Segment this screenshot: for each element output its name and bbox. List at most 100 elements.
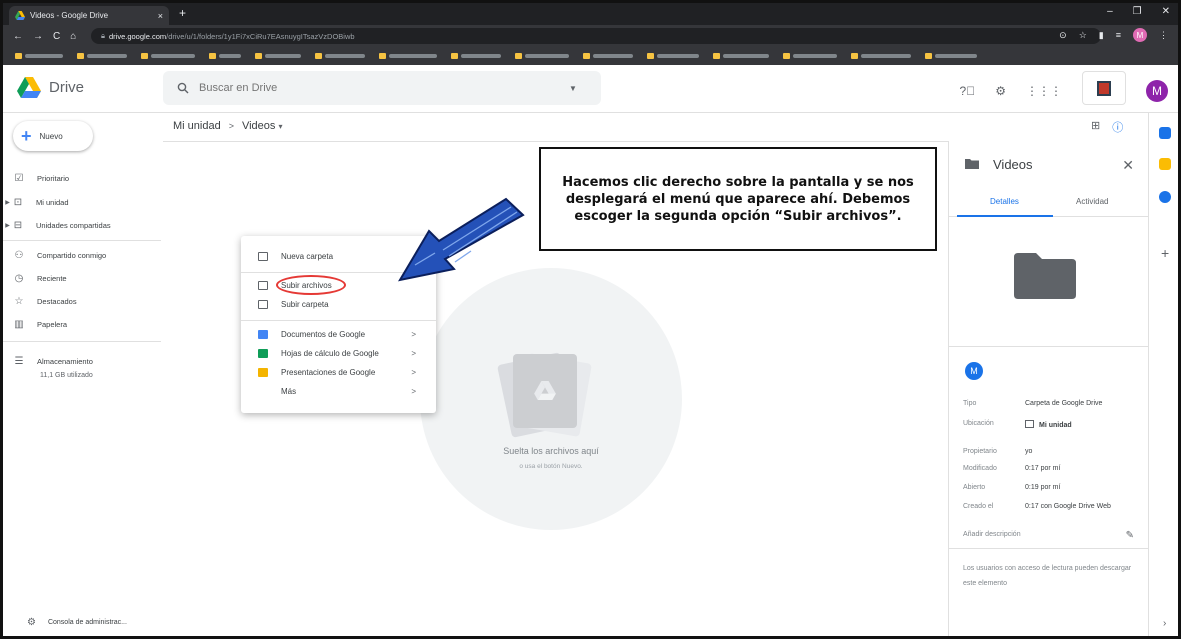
sidebar-item-trash[interactable]: ▥ Papelera — [13, 316, 67, 332]
pencil-icon[interactable]: ✎ — [1126, 530, 1134, 541]
bookmark-item[interactable] — [851, 53, 911, 59]
info-icon[interactable]: ⓘ — [1112, 119, 1123, 135]
drive-watermark-icon — [534, 381, 556, 400]
sidebar-item-my-drive[interactable]: ▶ ⊡ Mi unidad — [3, 194, 68, 210]
url-host: drive.google.com — [109, 31, 167, 41]
new-folder-icon — [258, 251, 268, 261]
chevron-right-icon[interactable]: › — [1163, 618, 1166, 629]
bookmark-item[interactable] — [515, 53, 569, 59]
my-drive-icon: ⊡ — [13, 196, 23, 208]
calendar-icon[interactable] — [1159, 127, 1171, 139]
owner-avatar[interactable]: M — [965, 362, 983, 380]
bookmark-item[interactable] — [255, 53, 301, 59]
sidebar-item-starred[interactable]: ☆ Destacados — [13, 293, 77, 309]
bookmark-item[interactable] — [379, 53, 437, 59]
expand-arrow-icon[interactable]: ▶ — [3, 222, 12, 229]
tab-details[interactable]: Detalles — [990, 197, 1019, 206]
new-button[interactable]: + Nuevo — [13, 121, 93, 151]
browser-toolbar: ← → C ⌂ 🔒︎ drive.google.com/drive/u/1/fo… — [3, 25, 1178, 47]
browser-tab[interactable]: Videos - Google Drive × — [9, 6, 169, 25]
add-addon-icon[interactable]: + — [1161, 245, 1169, 261]
menu-item-label: Presentaciones de Google — [281, 367, 376, 377]
add-description[interactable]: Añadir descripción — [963, 531, 1021, 538]
keep-icon[interactable] — [1159, 158, 1171, 170]
arrow-left-icon[interactable]: ← — [13, 31, 23, 42]
new-tab-button[interactable]: + — [179, 6, 186, 20]
tab-activity[interactable]: Actividad — [1076, 197, 1108, 206]
home-icon[interactable]: ⌂ — [70, 31, 76, 42]
search-input[interactable] — [199, 82, 559, 94]
bookmark-item[interactable] — [315, 53, 365, 59]
media-icon[interactable]: ≡ — [1116, 30, 1121, 40]
side-panel-rail: + › — [1148, 113, 1178, 636]
browser-profile-avatar[interactable]: M — [1133, 28, 1147, 42]
search-bar[interactable]: ▼ — [163, 71, 601, 105]
sidebar-item-recent[interactable]: ◷ Reciente — [13, 270, 67, 286]
restore-icon[interactable]: ❐ — [1133, 6, 1142, 17]
drive-logo-icon — [17, 77, 41, 98]
gear-icon[interactable]: ⚙ — [995, 84, 1006, 98]
tasks-icon[interactable] — [1159, 191, 1171, 203]
drop-zone[interactable]: Suelta los archivos aquí o usa el botón … — [420, 268, 682, 530]
menu-item-label: Más — [281, 386, 297, 396]
bookmark-item[interactable] — [713, 53, 769, 59]
sidebar-item-priority[interactable]: ☑ Prioritario — [13, 170, 70, 186]
account-avatar[interactable]: M — [1146, 80, 1168, 102]
bookmark-item[interactable] — [647, 53, 699, 59]
sidebar-item-shared-drives[interactable]: ▶ ⊟ Unidades compartidas — [3, 217, 110, 233]
menu-item-upload-folder[interactable]: Subir carpeta — [241, 295, 436, 313]
search-icon[interactable] — [177, 82, 189, 94]
help-icon[interactable]: ?⃝ — [960, 84, 976, 98]
expand-arrow-icon[interactable]: ▶ — [3, 199, 12, 206]
admin-console-link[interactable]: ⚙ Consola de administrac... — [27, 617, 127, 628]
minimize-icon[interactable]: – — [1107, 6, 1113, 17]
extension-icon[interactable]: ▮ — [1099, 30, 1104, 41]
browser-nav-buttons: ← → C ⌂ — [3, 31, 76, 42]
bookmark-item[interactable] — [15, 53, 63, 59]
menu-item-new-folder[interactable]: Nueva carpeta — [241, 247, 436, 265]
tab-title: Videos - Google Drive — [30, 11, 109, 20]
arrow-right-icon[interactable]: → — [33, 31, 43, 42]
location-icon[interactable]: ⊙ — [1059, 30, 1067, 41]
grid-view-icon[interactable]: ⊞ — [1091, 119, 1100, 135]
apps-grid-icon[interactable]: ⋮⋮⋮ — [1026, 84, 1062, 98]
bookmark-star-icon[interactable]: ☆ — [1079, 30, 1087, 41]
menu-item-more[interactable]: Más > — [241, 382, 436, 400]
browser-menu-icon[interactable]: ⋮ — [1159, 30, 1168, 41]
close-window-icon[interactable]: ✕ — [1162, 6, 1170, 17]
tab-close-icon[interactable]: × — [158, 11, 163, 21]
folder-icon — [209, 53, 216, 59]
docs-icon — [258, 329, 268, 339]
menu-item-google-slides[interactable]: Presentaciones de Google > — [241, 363, 436, 381]
prop-value: 0:17 por mí — [1025, 465, 1061, 472]
breadcrumb-root[interactable]: Mi unidad — [173, 120, 221, 132]
bookmark-item[interactable] — [77, 53, 127, 59]
menu-item-google-sheets[interactable]: Hojas de cálculo de Google > — [241, 344, 436, 362]
search-options-icon[interactable]: ▼ — [569, 84, 577, 93]
reload-icon[interactable]: C — [53, 31, 60, 42]
trash-icon: ▥ — [14, 318, 24, 330]
address-bar[interactable]: 🔒︎ drive.google.com/drive/u/1/folders/1y… — [91, 28, 1101, 44]
sidebar-item-label: Compartido conmigo — [37, 250, 107, 260]
prop-value[interactable]: Mi unidad — [1025, 420, 1072, 429]
submenu-chevron-icon: > — [411, 386, 416, 396]
drive-logo[interactable]: Drive — [17, 77, 84, 98]
menu-item-label: Documentos de Google — [281, 329, 366, 339]
folder-icon — [315, 53, 322, 59]
sidebar-item-storage[interactable]: ☰ Almacenamiento — [13, 353, 93, 369]
bookmark-item[interactable] — [209, 53, 241, 59]
breadcrumb-current[interactable]: Videos ▾ — [242, 120, 283, 132]
bookmark-item[interactable] — [583, 53, 633, 59]
menu-item-google-docs[interactable]: Documentos de Google > — [241, 325, 436, 343]
folder-icon — [451, 53, 458, 59]
sidebar-item-shared-with-me[interactable]: ⚇ Compartido conmigo — [13, 247, 107, 263]
bookmark-item[interactable] — [925, 53, 977, 59]
browser-toolbar-icons: ⊙ ☆ ▮ ≡ M ⋮ — [1059, 28, 1168, 42]
close-icon[interactable]: ✕ — [1122, 157, 1134, 174]
bookmark-item[interactable] — [141, 53, 195, 59]
bookmark-item[interactable] — [451, 53, 501, 59]
breadcrumb: Mi unidad > Videos ▾ — [173, 120, 282, 132]
bookmark-item[interactable] — [783, 53, 837, 59]
screenshot-frame: Videos - Google Drive × + – ❐ ✕ ← → C ⌂ … — [0, 0, 1181, 639]
organization-logo[interactable] — [1082, 71, 1126, 105]
